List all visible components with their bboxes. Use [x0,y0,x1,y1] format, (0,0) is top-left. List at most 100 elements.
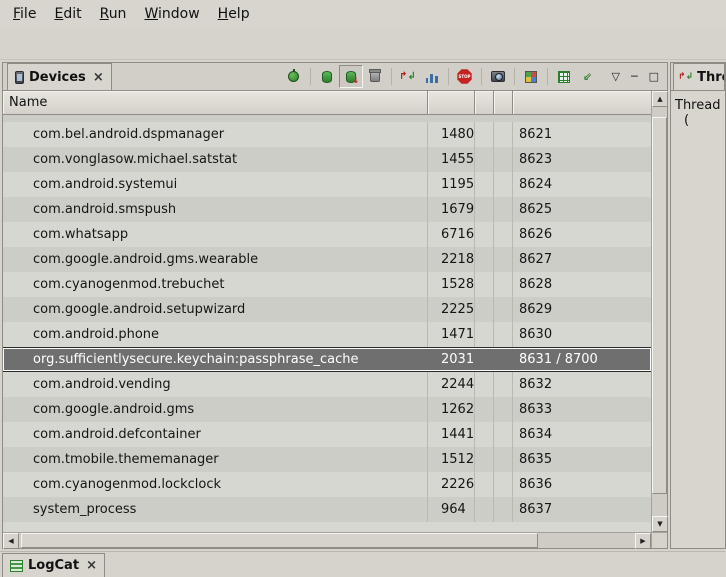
process-port: 8625 [513,197,651,222]
view-menu-icon[interactable]: ▽ [612,71,620,82]
process-cell-empty [475,147,494,172]
menu-window[interactable]: Window [135,2,208,26]
scrollbar-track[interactable] [19,533,635,548]
dump-view-hierarchy-button[interactable] [519,65,543,88]
table-row[interactable]: com.bel.android.dspmanager1480 8621 [3,122,651,147]
dump-hprof-button[interactable] [339,65,363,88]
scroll-right-icon[interactable] [635,533,651,549]
update-heap-button[interactable] [315,65,339,88]
table-row[interactable]: com.android.systemui11958624 [3,172,651,197]
process-port: 8629 [513,297,651,322]
column-header-4[interactable] [494,91,513,115]
tab-logcat[interactable]: LogCat × [2,553,105,577]
process-cell-empty [475,322,494,347]
process-name: org.sufficientlysecure.keychain:passphra… [3,348,428,371]
scroll-left-icon[interactable] [3,533,19,549]
process-name: com.android.smspush [3,197,428,222]
start-method-profiling-button[interactable] [420,65,444,88]
table-row[interactable]: com.android.defcontainer144118634 [3,422,651,447]
table-row[interactable]: com.google.android.gms126238633 [3,397,651,422]
cause-gc-icon [370,71,380,82]
table-row[interactable]: com.cyanogenmod.lockclock222658636 [3,472,651,497]
table-row[interactable]: com.whatsapp67168626 [3,222,651,247]
screen-capture-icon [491,71,505,82]
process-port: 8637 [513,497,651,522]
application-window: FileEditRunWindowHelp Devices × ↱↲STOP⇙ … [0,0,726,577]
process-name: com.vonglasow.michael.satstat [3,147,428,172]
column-header-3[interactable] [475,91,494,115]
process-cell-empty [475,422,494,447]
menu-run[interactable]: Run [91,2,136,26]
process-name: com.android.defcontainer [3,422,428,447]
process-cell-empty [475,497,494,522]
scrollbar-thumb[interactable] [21,533,538,548]
column-header-port[interactable] [513,91,667,115]
process-name: com.android.systemui [3,172,428,197]
process-name: com.whatsapp [3,222,428,247]
process-port: 8628 [513,272,651,297]
horizontal-scrollbar[interactable] [3,532,651,548]
menu-help[interactable]: Help [209,2,259,26]
table-row[interactable]: com.android.phone14718630 [3,322,651,347]
process-port: 8624 [513,172,651,197]
tab-devices-label: Devices [29,70,86,85]
table-row[interactable]: system_process9648637 [3,497,651,522]
process-cell-empty [475,222,494,247]
table-row[interactable]: org.sufficientlysecure.keychain:passphra… [3,347,651,372]
update-threads-button[interactable]: ↱↲ [396,65,420,88]
scroll-up-icon[interactable] [652,91,668,107]
vertical-scrollbar[interactable] [651,91,667,532]
minimize-icon[interactable]: ─ [631,71,638,82]
cause-gc-button[interactable] [363,65,387,88]
debug-process-button[interactable] [282,65,306,88]
process-cell-empty [494,348,513,371]
stop-process-icon: STOP [457,69,472,84]
process-pid: 22185 [428,247,475,272]
scrollbar-track[interactable] [652,107,667,516]
capture-system-state-button[interactable] [552,65,576,88]
close-icon[interactable]: × [93,71,104,84]
screen-capture-button[interactable] [486,65,510,88]
menu-edit[interactable]: Edit [45,2,90,26]
process-cell-empty [475,197,494,222]
process-name: com.cyanogenmod.lockclock [3,472,428,497]
start-opengl-trace-icon: ⇙ [583,70,592,83]
process-pid: 14411 [428,422,475,447]
table-row[interactable]: com.vonglasow.michael.satstat145538623 [3,147,651,172]
process-port: 8636 [513,472,651,497]
scrollbar-thumb[interactable] [652,117,667,494]
logcat-icon [10,560,23,572]
process-pid: 1480 [428,122,475,147]
process-pid: 6716 [428,222,475,247]
tab-devices[interactable]: Devices × [7,63,112,90]
process-pid: 1679 [428,197,475,222]
close-icon[interactable]: × [86,559,97,572]
table-row[interactable]: com.cyanogenmod.trebuchet15288628 [3,272,651,297]
column-header-name[interactable]: Name [3,91,428,115]
maximize-icon[interactable]: □ [649,71,659,82]
threads-message-line1: Thread up [675,98,723,113]
main-toolbar [0,27,726,60]
process-name: com.bel.android.dspmanager [3,122,428,147]
scrollbar-corner [651,532,667,548]
menu-file[interactable]: File [4,2,45,26]
table-row[interactable]: com.android.smspush1679 8625 [3,197,651,222]
update-threads-icon: ↱↲ [399,72,416,82]
process-pid: 22250 [428,297,475,322]
scroll-down-icon[interactable] [652,516,668,532]
process-cell-empty [494,272,513,297]
process-port: 8630 [513,322,651,347]
process-cell-empty [475,297,494,322]
table-row[interactable]: com.google.android.gms.wearable221858627 [3,247,651,272]
process-cell-empty [494,322,513,347]
process-cell-empty [494,497,513,522]
process-port: 8621 [513,122,651,147]
table-row[interactable]: com.tmobile.thememanager15128635 [3,447,651,472]
table-row[interactable]: com.google.android.setupwizard222508629 [3,297,651,322]
toolbar-separator [391,68,392,85]
tab-threads[interactable]: Threads [673,63,725,90]
table-row[interactable]: com.android.vending224408632 [3,372,651,397]
column-header-pid[interactable] [428,91,475,115]
start-opengl-trace-button[interactable]: ⇙ [576,65,600,88]
stop-process-button[interactable]: STOP [453,65,477,88]
